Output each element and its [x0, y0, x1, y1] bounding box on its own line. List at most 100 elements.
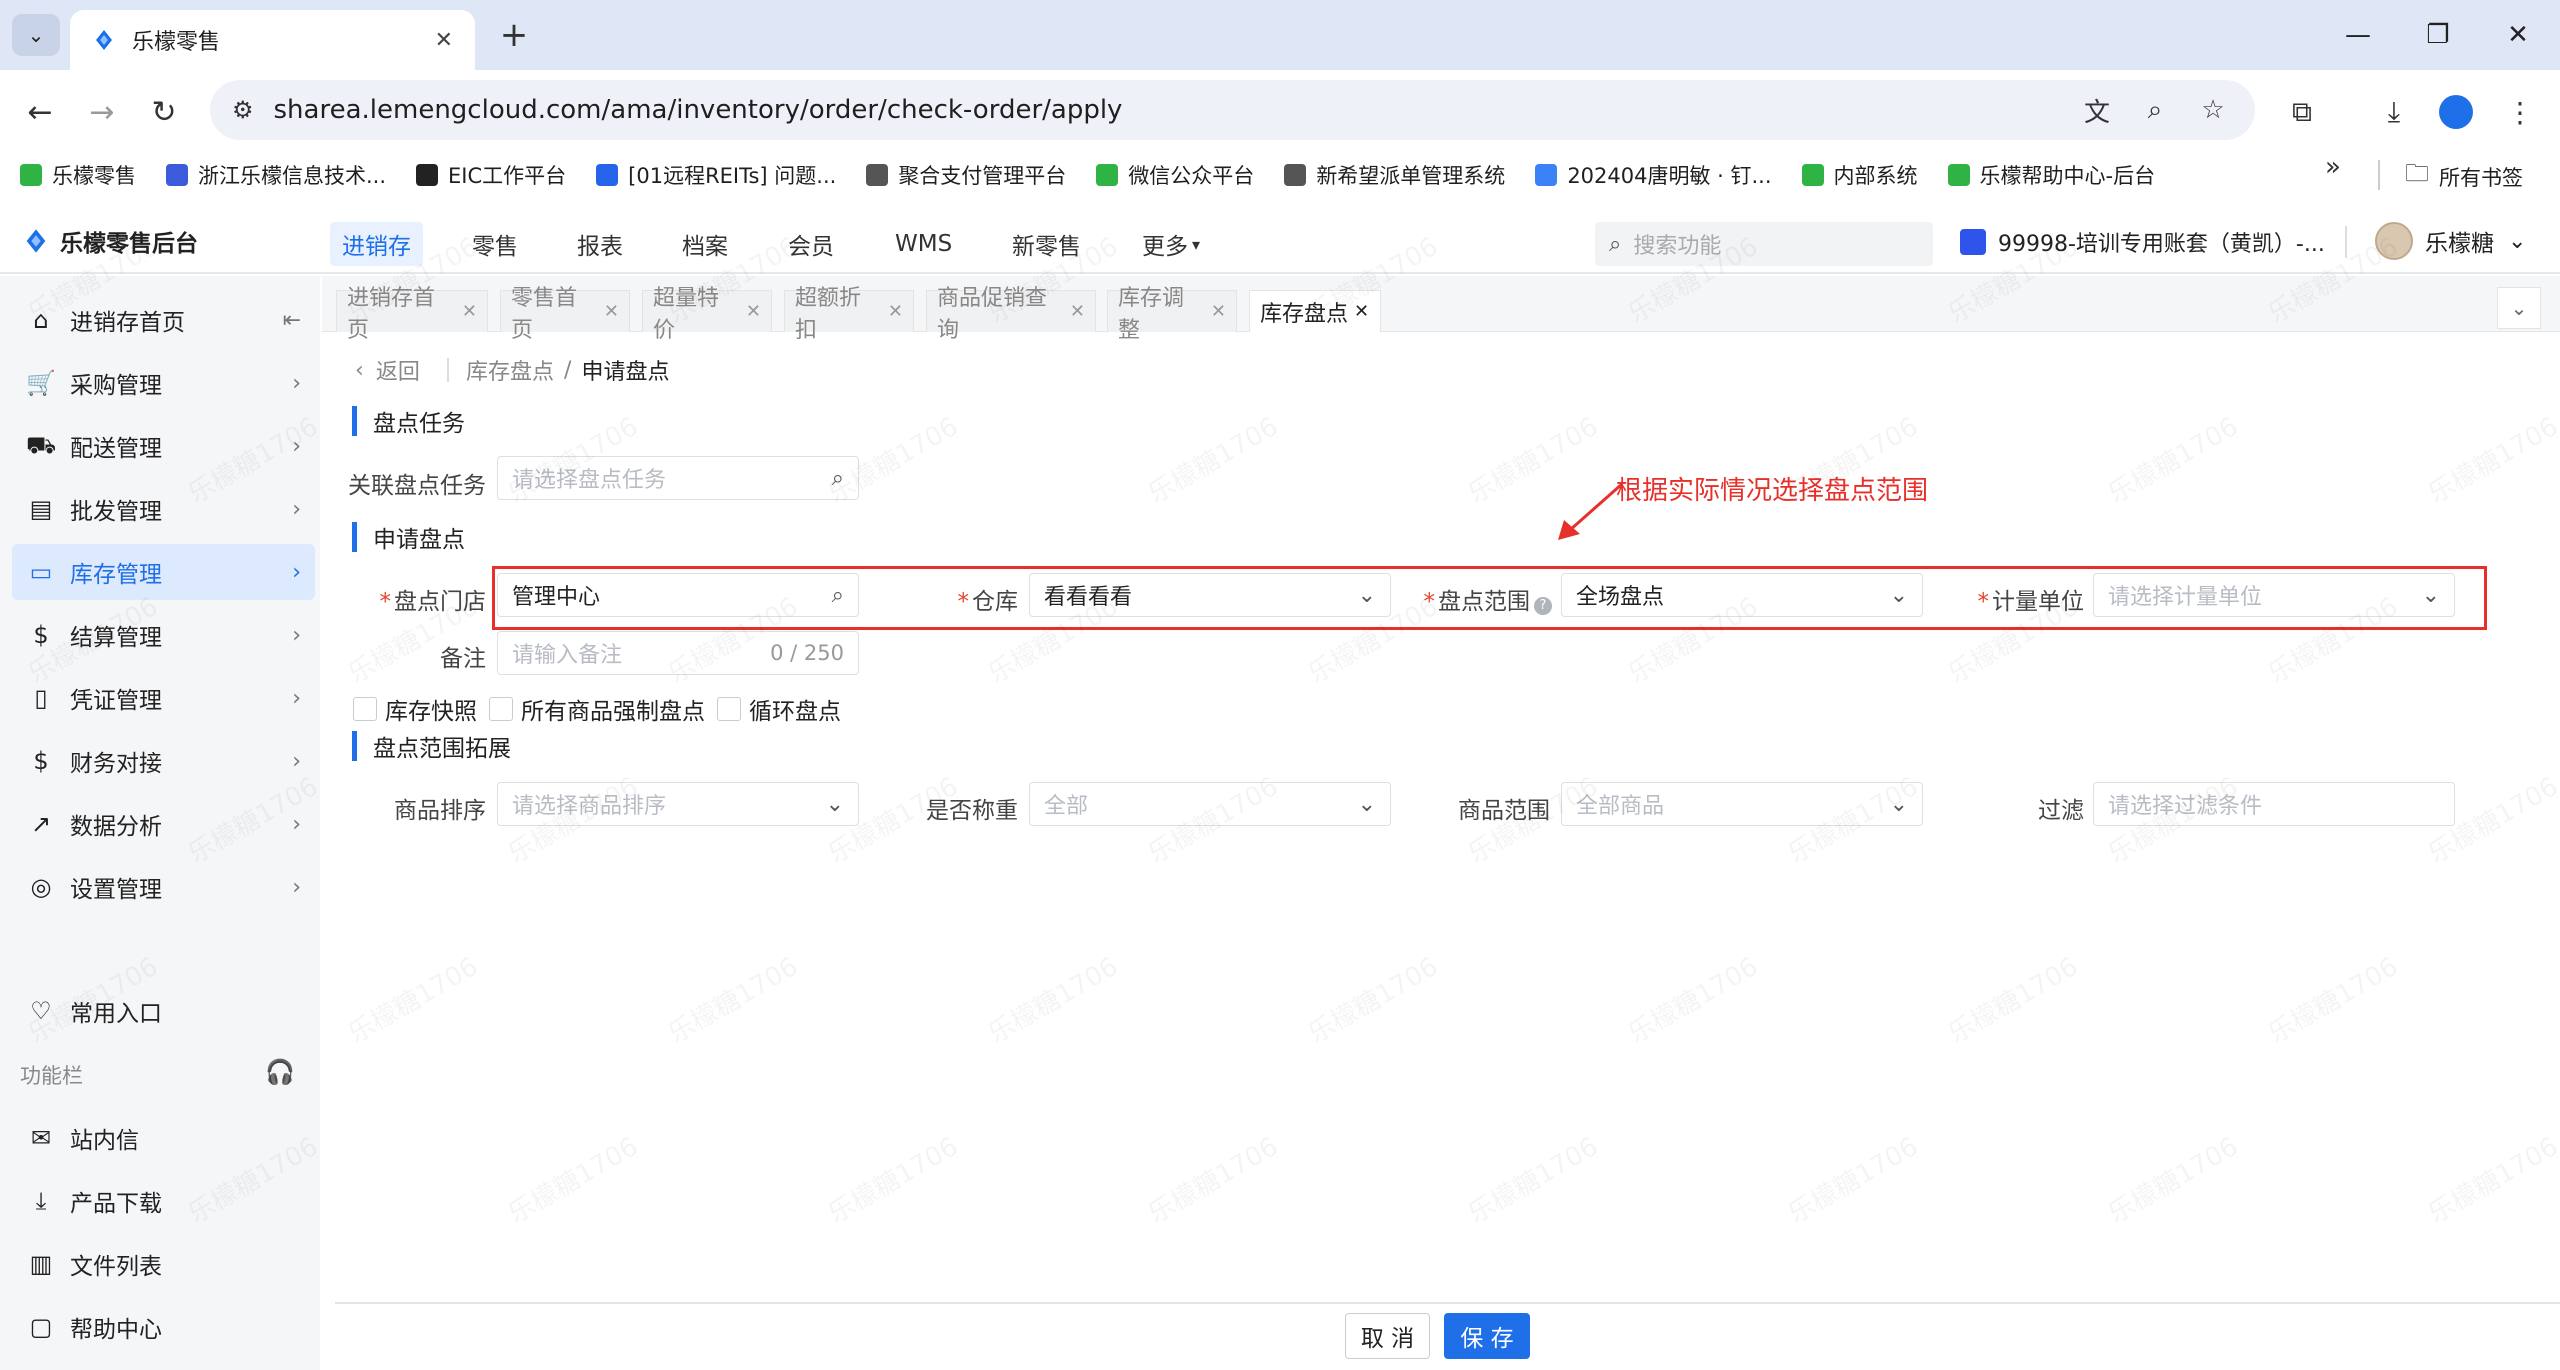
sidebar-item[interactable]: $ 财务对接 ›	[12, 733, 315, 789]
forward-button[interactable]: →	[80, 90, 124, 134]
weigh-label: 是否称重	[926, 798, 1018, 824]
sidebar-item[interactable]: $ 结算管理 ›	[12, 607, 315, 663]
option-checkbox[interactable]: 循环盘点	[717, 692, 841, 726]
bookmark-item[interactable]: 微信公众平台	[1096, 160, 1254, 190]
new-tab-button[interactable]: +	[492, 14, 536, 56]
close-tab-icon[interactable]: ✕	[1354, 301, 1369, 322]
page-tab[interactable]: 零售首页 ✕	[500, 286, 630, 343]
back-link[interactable]: ‹ 返回	[355, 354, 420, 386]
bookmark-star-icon[interactable]: ☆	[2193, 90, 2233, 130]
remark-label: 备注	[440, 646, 486, 672]
bookmark-item[interactable]: EIC工作平台	[416, 160, 566, 190]
close-tab-icon[interactable]: ✕	[746, 301, 761, 322]
bookmark-item[interactable]: [01远程REITs] 问题...	[596, 160, 836, 190]
close-tab-icon[interactable]: ✕	[1211, 301, 1226, 322]
bookmark-item[interactable]: 浙江乐檬信息技术...	[166, 160, 386, 190]
profile-icon[interactable]	[2432, 88, 2480, 136]
breadcrumb-parent[interactable]: 库存盘点	[466, 354, 554, 386]
bookmark-item[interactable]: 202404唐明敏 · 钉...	[1535, 160, 1772, 190]
sidebar-item[interactable]: ▤ 批发管理 ›	[12, 481, 315, 537]
top-nav-item[interactable]: 更多 ▾	[1130, 222, 1212, 266]
bookmark-item[interactable]: 乐檬帮助中心-后台	[1947, 160, 2155, 190]
close-window-button[interactable]: ✕	[2490, 14, 2546, 56]
app-logo[interactable]: 乐檬零售后台	[22, 224, 198, 258]
save-button[interactable]: 保 存	[1444, 1313, 1530, 1359]
page-tab[interactable]: 超量特价 ✕	[642, 286, 772, 343]
user-menu[interactable]: 乐檬糖 ⌄	[2375, 222, 2526, 260]
bookmark-item[interactable]: 乐檬零售	[20, 160, 136, 190]
reload-button[interactable]: ↻	[142, 90, 186, 134]
checkbox-box[interactable]	[717, 697, 741, 721]
bookmarks-bar: 乐檬零售 浙江乐檬信息技术... EIC工作平台 [01远程REITs] 问题... 聚…	[0, 150, 2560, 200]
headset-icon[interactable]: 🎧	[265, 1058, 295, 1086]
favorites-entry[interactable]: ♡ 常用入口	[12, 983, 315, 1039]
page-tab[interactable]: 商品促销查询 ✕	[926, 286, 1096, 343]
sidebar-item[interactable]: ◎ 设置管理 ›	[12, 859, 315, 915]
sidebar-item[interactable]: ↗ 数据分析 ›	[12, 796, 315, 852]
account-selector[interactable]: 99998-培训专用账套（黄凯）-...	[1960, 226, 2325, 258]
related-task-input[interactable]: 请选择盘点任务 ⌕	[497, 456, 859, 500]
sidebar-tool-item[interactable]: ⤓ 产品下载	[12, 1173, 315, 1229]
top-nav-item[interactable]: 报表	[565, 222, 635, 266]
tabs-dropdown-button[interactable]: ⌄	[2497, 287, 2541, 329]
bookmark-item[interactable]: 聚合支付管理平台	[866, 160, 1066, 190]
page-tab[interactable]: 超额折扣 ✕	[784, 286, 914, 343]
collapse-sidebar-icon[interactable]: ⇤	[283, 308, 301, 333]
page-tab[interactable]: 进销存首页 ✕	[336, 286, 488, 343]
sidebar-item[interactable]: ⌂ 进销存首页 ⇤	[12, 292, 315, 348]
sidebar-tool-item[interactable]: ✉ 站内信	[12, 1110, 315, 1166]
top-nav-item[interactable]: 会员	[776, 222, 846, 266]
folder-icon: 🗀	[2405, 159, 2429, 187]
tab-search-button[interactable]: ⌄	[12, 14, 60, 56]
address-bar[interactable]: ⚙ sharea.lemengcloud.com/ama/inventory/o…	[210, 80, 2255, 140]
checkbox-box[interactable]	[353, 697, 377, 721]
browser-menu-icon[interactable]: ⋮	[2496, 88, 2544, 136]
close-tab-icon[interactable]: ✕	[1070, 301, 1085, 322]
download-icon: ⤓	[35, 1187, 47, 1215]
option-checkbox[interactable]: 库存快照	[353, 692, 477, 726]
weigh-select[interactable]: 全部 ⌄	[1029, 782, 1391, 826]
sidebar-item[interactable]: ▭ 库存管理 ›	[12, 544, 315, 600]
cancel-button[interactable]: 取 消	[1345, 1313, 1430, 1359]
top-nav-item[interactable]: 进销存	[330, 222, 423, 266]
bookmark-item[interactable]: 内部系统	[1801, 160, 1918, 190]
close-tab-icon[interactable]: ✕	[888, 301, 903, 322]
checkbox-box[interactable]	[489, 697, 513, 721]
site-info-icon[interactable]: ⚙	[232, 96, 254, 124]
url-text[interactable]: sharea.lemengcloud.com/ama/inventory/ord…	[274, 95, 2059, 125]
more-bookmarks-icon[interactable]: »	[2325, 152, 2341, 182]
inventory-icon: ▭	[29, 558, 53, 586]
filter-input[interactable]: 请选择过滤条件	[2093, 782, 2455, 826]
sidebar-tool-item[interactable]: ▢ 帮助中心	[12, 1299, 315, 1355]
browser-tab[interactable]: 乐檬零售 ✕	[70, 10, 475, 70]
function-search-input[interactable]: ⌕ 搜索功能	[1595, 222, 1933, 266]
top-nav-item[interactable]: 零售	[460, 222, 530, 266]
page-tab[interactable]: 库存调整 ✕	[1107, 286, 1237, 343]
top-nav-item[interactable]: 新零售	[1000, 222, 1093, 266]
top-nav-item[interactable]: 档案	[670, 222, 740, 266]
close-tab-icon[interactable]: ✕	[435, 28, 453, 53]
sidebar-item[interactable]: 🛒 采购管理 ›	[12, 355, 315, 411]
close-tab-icon[interactable]: ✕	[604, 301, 619, 322]
zoom-icon[interactable]: ⌕	[2135, 90, 2175, 130]
sidebar-item[interactable]: ▯ 凭证管理 ›	[12, 670, 315, 726]
sort-select[interactable]: 请选择商品排序 ⌄	[497, 782, 859, 826]
sidebar-tool-item[interactable]: ▥ 文件列表	[12, 1236, 315, 1292]
search-icon[interactable]: ⌕	[832, 466, 844, 491]
all-bookmarks-button[interactable]: 🗀 所有书签	[2405, 156, 2523, 197]
bookmark-item[interactable]: 新希望派单管理系统	[1284, 160, 1505, 190]
translate-icon[interactable]: 文	[2077, 90, 2117, 130]
sidebar-item[interactable]: ⛟ 配送管理 ›	[12, 418, 315, 474]
watermark-text: 乐檬糖1706	[2420, 1126, 2560, 1230]
top-nav-item[interactable]: WMS	[883, 222, 964, 266]
back-button[interactable]: ←	[18, 90, 62, 134]
minimize-button[interactable]: —	[2330, 14, 2386, 56]
extensions-icon[interactable]: ⧉	[2278, 88, 2326, 136]
remark-input[interactable]: 请输入备注 0 / 250	[497, 631, 859, 675]
option-checkbox[interactable]: 所有商品强制盘点	[489, 692, 705, 726]
downloads-icon[interactable]: ⤓	[2370, 88, 2418, 136]
page-tab[interactable]: 库存盘点 ✕	[1249, 290, 1381, 332]
restore-button[interactable]: ❐	[2410, 14, 2466, 56]
product-range-select[interactable]: 全部商品 ⌄	[1561, 782, 1923, 826]
close-tab-icon[interactable]: ✕	[462, 301, 477, 322]
